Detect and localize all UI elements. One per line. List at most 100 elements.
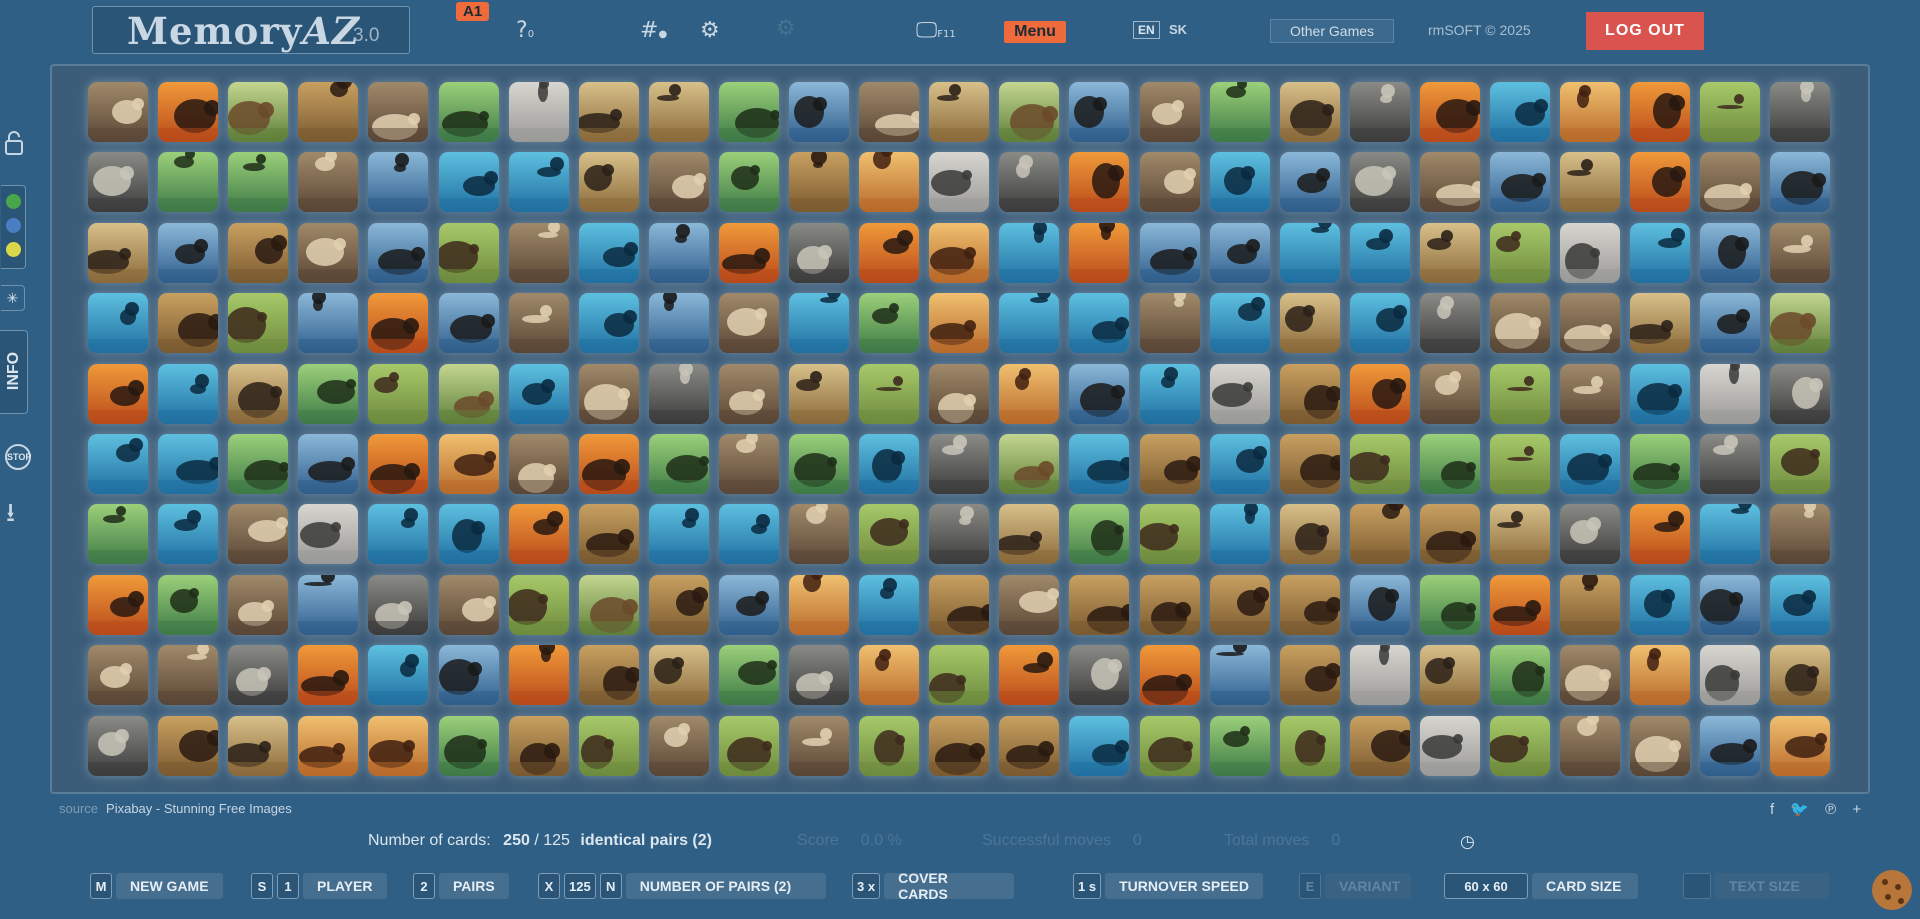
card-spoonbill[interactable]: [1490, 222, 1550, 283]
card-angelfish[interactable]: [1419, 222, 1480, 283]
card-swallow[interactable]: [1139, 293, 1200, 354]
card-hen[interactable]: [929, 363, 990, 424]
card-boar[interactable]: [88, 152, 148, 213]
number-of-pairs-button[interactable]: NUMBER OF PAIRS (2): [625, 873, 826, 899]
color-green-button[interactable]: [6, 194, 21, 209]
card-deer[interactable]: [1279, 152, 1340, 213]
card-chimpanzee[interactable]: [1419, 293, 1480, 354]
card-pheasant[interactable]: [88, 504, 148, 565]
new-game-key[interactable]: M: [90, 873, 112, 899]
speed-value[interactable]: 1 s: [1073, 873, 1102, 899]
cover-count[interactable]: 3 x: [852, 873, 881, 899]
card-rabbit[interactable]: [158, 504, 219, 565]
card-peacock[interactable]: [508, 82, 569, 142]
card-cheetah[interactable]: [1770, 152, 1831, 213]
card-ram[interactable]: [1700, 222, 1761, 283]
card-cicada[interactable]: [789, 715, 849, 776]
card-stag[interactable]: [1279, 645, 1340, 706]
lang-sk-button[interactable]: SK: [1169, 22, 1187, 37]
card-rabbit[interactable]: [1349, 222, 1410, 283]
card-jellyfish[interactable]: [1490, 152, 1550, 213]
card-fox[interactable]: [999, 434, 1060, 494]
pairs-x-key[interactable]: X: [538, 873, 560, 899]
card-frog[interactable]: [1700, 645, 1761, 706]
card-hawks[interactable]: [1700, 715, 1761, 776]
card-guinea-pig[interactable]: [789, 434, 849, 494]
card-guinea-pig[interactable]: [438, 715, 499, 776]
logo[interactable]: MemoryAZ 3.0: [92, 6, 410, 54]
card-dog[interactable]: [1419, 574, 1480, 635]
card-bison[interactable]: [1419, 504, 1480, 565]
card-wildebeest[interactable]: [1209, 715, 1270, 776]
card-chimpanzee[interactable]: [999, 152, 1060, 213]
card-size-control[interactable]: 60 x 60 CARD SIZE: [1444, 872, 1638, 900]
card-tit[interactable]: [368, 293, 429, 354]
card-goat[interactable]: [1069, 152, 1130, 213]
card-emu[interactable]: [648, 152, 709, 213]
card-pigeon[interactable]: [1700, 434, 1761, 494]
card-lizard[interactable]: [368, 645, 429, 706]
card-kangaroo[interactable]: [1349, 434, 1410, 494]
card-hawks[interactable]: [298, 434, 359, 494]
card-capercaillie[interactable]: [929, 645, 990, 706]
card-deer[interactable]: [718, 574, 779, 635]
card-tern[interactable]: [1419, 152, 1480, 213]
puzzle-icon[interactable]: ⚙: [700, 18, 720, 43]
card-turtle[interactable]: [1490, 363, 1550, 424]
card-panda[interactable]: [1770, 363, 1831, 424]
card-moose[interactable]: [1490, 574, 1550, 635]
card-meerkats[interactable]: [929, 504, 990, 565]
card-mallard[interactable]: [158, 293, 219, 354]
card-antelope[interactable]: [648, 222, 709, 283]
card-yak[interactable]: [1349, 363, 1410, 424]
card-tiger[interactable]: [1069, 574, 1130, 635]
card-pig[interactable]: [368, 222, 429, 283]
lang-en-button[interactable]: EN: [1133, 21, 1160, 39]
card-horse[interactable]: [929, 293, 990, 354]
cookie-icon[interactable]: [1872, 870, 1912, 910]
card-ram[interactable]: [1349, 574, 1410, 635]
card-hedgehog[interactable]: [789, 152, 849, 213]
card-giraffe[interactable]: [1279, 715, 1340, 776]
color-blue-button[interactable]: [6, 218, 21, 233]
player-key[interactable]: S: [251, 873, 273, 899]
card-iguana[interactable]: [1560, 82, 1621, 142]
card-chameleon[interactable]: [298, 504, 359, 565]
pairs-control[interactable]: 2 PAIRS: [413, 872, 509, 900]
card-manatee[interactable]: [228, 504, 289, 565]
card-cougar[interactable]: [1349, 504, 1410, 565]
card-mallard[interactable]: [1279, 434, 1340, 494]
card-size-button[interactable]: CARD SIZE: [1532, 873, 1638, 899]
card-iguana[interactable]: [1630, 645, 1691, 706]
card-ostriches[interactable]: [1209, 645, 1270, 706]
card-bison[interactable]: [929, 715, 990, 776]
card-raven[interactable]: [578, 715, 639, 776]
menu-button[interactable]: Menu: [1004, 21, 1066, 43]
card-leopard[interactable]: [298, 222, 359, 283]
new-game-control[interactable]: M NEW GAME: [90, 872, 223, 900]
card-camel[interactable]: [578, 293, 639, 354]
card-mandrill[interactable]: [1490, 293, 1550, 354]
card-vulture[interactable]: [578, 152, 639, 213]
card-wolf[interactable]: [438, 645, 499, 706]
card-cicada[interactable]: [1560, 363, 1621, 424]
card-antelope[interactable]: [368, 152, 429, 213]
card-magpie[interactable]: [1419, 363, 1480, 424]
card-lemurs[interactable]: [859, 574, 920, 635]
card-stingray[interactable]: [718, 363, 779, 424]
card-frog[interactable]: [1560, 222, 1621, 283]
card-cougar[interactable]: [298, 82, 359, 142]
card-skunk[interactable]: [1209, 152, 1270, 213]
card-seahorse[interactable]: [1069, 715, 1130, 776]
card-snake[interactable]: [718, 152, 779, 213]
pairs-count[interactable]: 125: [564, 873, 596, 899]
card-rooster[interactable]: [1630, 434, 1691, 494]
card-polar-bear[interactable]: [508, 645, 569, 706]
card-pig[interactable]: [1139, 222, 1200, 283]
card-lion[interactable]: [718, 82, 779, 142]
card-lemurs[interactable]: [1139, 363, 1200, 424]
number-of-pairs-control[interactable]: X 125 N NUMBER OF PAIRS (2): [538, 872, 826, 900]
card-flamingo[interactable]: [1139, 645, 1200, 706]
player-button[interactable]: PLAYER: [303, 873, 387, 899]
card-polar-bear[interactable]: [1069, 222, 1130, 283]
